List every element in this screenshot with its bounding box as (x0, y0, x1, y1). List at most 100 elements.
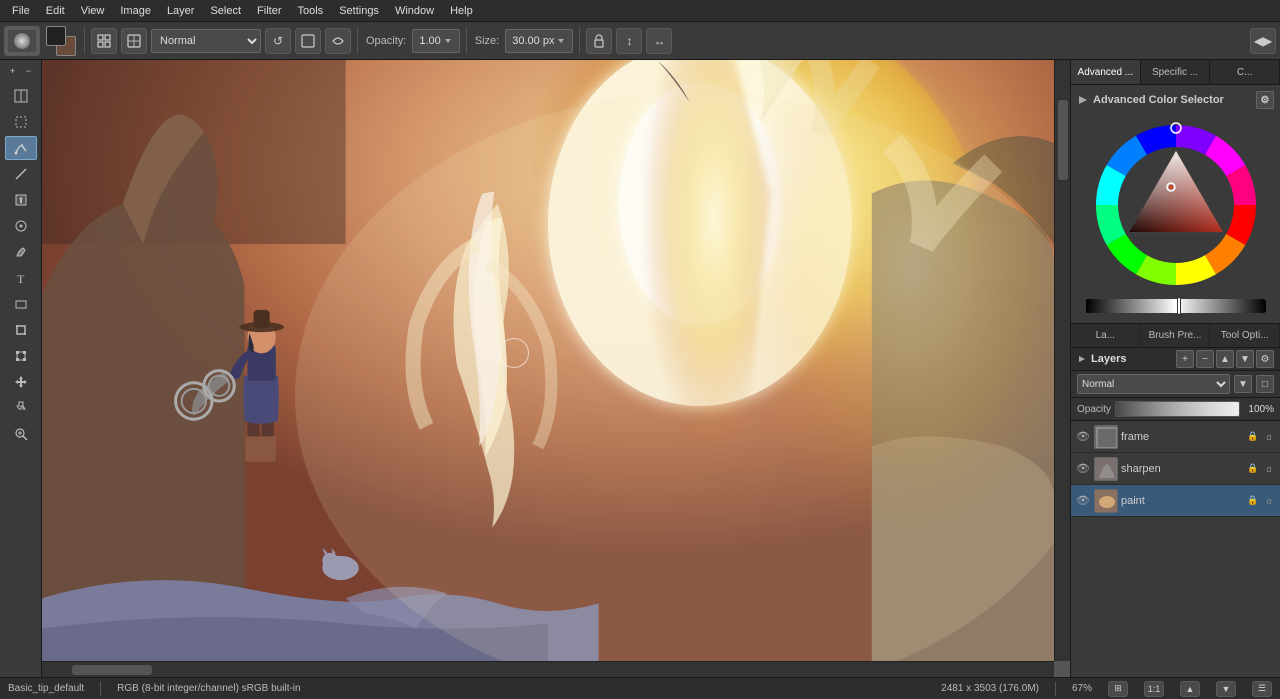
layer-lock-frame[interactable]: 🔒 (1246, 430, 1260, 444)
brush-preset-button[interactable] (4, 26, 40, 56)
layers-expand-icon (1077, 354, 1087, 364)
color-swatches[interactable] (46, 26, 76, 56)
color-value-bar[interactable] (1086, 299, 1266, 313)
blend-mode-select[interactable]: Normal (151, 29, 261, 53)
layers-opacity-value: 100% (1244, 404, 1274, 415)
menu-edit[interactable]: Edit (38, 3, 73, 19)
tool-contiguous[interactable] (5, 188, 37, 212)
layer-name-paint: paint (1121, 495, 1243, 507)
panel-tabs: Advanced ... Specific ... C... (1071, 60, 1280, 85)
tool-move[interactable] (5, 370, 37, 394)
layer-down-button[interactable]: ▼ (1236, 350, 1254, 368)
menu-settings[interactable]: Settings (331, 3, 387, 19)
layer-filter-button[interactable]: ▼ (1234, 375, 1252, 393)
menu-file[interactable]: File (4, 3, 38, 19)
menu-image[interactable]: Image (112, 3, 159, 19)
color-value-thumb[interactable] (1177, 297, 1181, 315)
painting-canvas[interactable] (42, 60, 1054, 661)
tool-select-shape[interactable] (5, 110, 37, 134)
layer-alpha-sharpen[interactable]: α (1262, 462, 1276, 476)
panel-tab-c[interactable]: C... (1210, 60, 1280, 84)
menu-tools[interactable]: Tools (290, 3, 332, 19)
layer-lock-sharpen[interactable]: 🔒 (1246, 462, 1260, 476)
tool-multibrush[interactable] (5, 214, 37, 238)
layer-eye-paint[interactable]: 👁 (1075, 493, 1091, 509)
horizontal-scrollbar[interactable] (42, 661, 1054, 677)
grid-toggle-button[interactable] (91, 28, 117, 54)
mirror-h-button[interactable]: ↔ (646, 28, 672, 54)
layer-options-button[interactable]: ⚙ (1256, 350, 1274, 368)
tool-crop[interactable] (5, 318, 37, 342)
menu-window[interactable]: Window (387, 3, 442, 19)
layer-eye-sharpen[interactable]: 👁 (1075, 461, 1091, 477)
statusbar-options-button[interactable]: ☰ (1252, 681, 1272, 697)
layer-name-sharpen: sharpen (1121, 463, 1243, 475)
scroll-down-button[interactable]: ▼ (1216, 681, 1236, 697)
tool-zoom-out[interactable]: − (22, 64, 36, 78)
layers-opacity-label: Opacity (1077, 404, 1111, 415)
lock-size-button[interactable] (586, 28, 612, 54)
tool-transform[interactable] (5, 344, 37, 368)
layer-add-button[interactable]: + (1176, 350, 1194, 368)
layers-title: Layers (1091, 353, 1172, 365)
panel-toggle-button[interactable]: ◀▶ (1250, 28, 1276, 54)
tool-unknown-1[interactable] (5, 84, 37, 108)
eraser-button[interactable] (295, 28, 321, 54)
size-value: 30.00 px (512, 35, 554, 47)
size-widget[interactable]: 30.00 px (505, 29, 573, 53)
statusbar-colormodel: RGB (8-bit integer/channel) sRGB built-i… (117, 683, 300, 694)
replace-button[interactable] (325, 28, 351, 54)
tool-zoom[interactable] (5, 422, 37, 446)
tool-zoom-in[interactable]: + (6, 64, 20, 78)
panel-tab-advanced[interactable]: Advanced ... (1071, 60, 1141, 84)
opacity-widget[interactable]: 1.00 (412, 29, 459, 53)
statusbar-sep-1 (100, 682, 101, 696)
tool-freehand[interactable] (5, 136, 37, 160)
layer-mask-button[interactable]: □ (1256, 375, 1274, 393)
layer-item-sharpen[interactable]: 👁 sharpen 🔒 α (1071, 453, 1280, 485)
vertical-scrollbar-thumb[interactable] (1058, 100, 1068, 180)
toolbox: + − T (0, 60, 42, 677)
tool-line[interactable] (5, 162, 37, 186)
right-panel: Advanced ... Specific ... C... Advanced … (1070, 60, 1280, 677)
layer-alpha-paint[interactable]: α (1262, 494, 1276, 508)
scroll-up-button[interactable]: ▲ (1180, 681, 1200, 697)
layer-alpha-frame[interactable]: α (1262, 430, 1276, 444)
color-selector-panel: Advanced Color Selector ⚙ (1071, 85, 1280, 324)
color-panel-settings[interactable]: ⚙ (1256, 91, 1274, 109)
panel-tab-specific[interactable]: Specific ... (1141, 60, 1211, 84)
layer-lock-paint[interactable]: 🔒 (1246, 494, 1260, 508)
color-model-label: RGB (8-bit integer/channel) sRGB built-i… (117, 683, 300, 694)
wrap-toggle-button[interactable] (121, 28, 147, 54)
sub-tab-tool-options[interactable]: Tool Opti... (1210, 324, 1280, 347)
tool-dynamic[interactable] (5, 240, 37, 264)
menu-help[interactable]: Help (442, 3, 481, 19)
zoom-fit-button[interactable]: ⊞ (1108, 681, 1128, 697)
vertical-scrollbar[interactable] (1054, 60, 1070, 661)
tool-text[interactable]: T (5, 266, 37, 290)
layer-thumb-frame (1094, 425, 1118, 449)
layers-opacity-bar[interactable] (1115, 401, 1240, 417)
horizontal-scrollbar-thumb[interactable] (72, 665, 152, 675)
layer-delete-button[interactable]: − (1196, 350, 1214, 368)
layer-eye-frame[interactable]: 👁 (1075, 429, 1091, 445)
color-wheel-container[interactable] (1086, 115, 1266, 295)
reset-button[interactable]: ↺ (265, 28, 291, 54)
layer-item-frame[interactable]: 👁 frame 🔒 α (1071, 421, 1280, 453)
zoom-1to1-button[interactable]: 1:1 (1144, 681, 1164, 697)
layer-item-paint[interactable]: 👁 paint 🔒 α (1071, 485, 1280, 517)
layer-up-button[interactable]: ▲ (1216, 350, 1234, 368)
triangle-icon (1077, 94, 1089, 106)
layers-panel: Layers + − ▲ ▼ ⚙ Normal ▼ □ Opacity (1071, 348, 1280, 677)
menu-view[interactable]: View (73, 3, 113, 19)
mirror-v-button[interactable]: ↕ (616, 28, 642, 54)
menu-filter[interactable]: Filter (249, 3, 289, 19)
tool-shapes[interactable] (5, 292, 37, 316)
menu-layer[interactable]: Layer (159, 3, 203, 19)
menu-select[interactable]: Select (202, 3, 249, 19)
sub-tab-brush-presets[interactable]: Brush Pre... (1141, 324, 1211, 347)
canvas-area: Pepper-and-Carrot_by-David-Revoy_E14P04_… (42, 60, 1070, 677)
layer-blend-mode-select[interactable]: Normal (1077, 374, 1230, 394)
tool-pan[interactable] (5, 396, 37, 420)
sub-tab-layers-small[interactable]: La... (1071, 324, 1141, 347)
